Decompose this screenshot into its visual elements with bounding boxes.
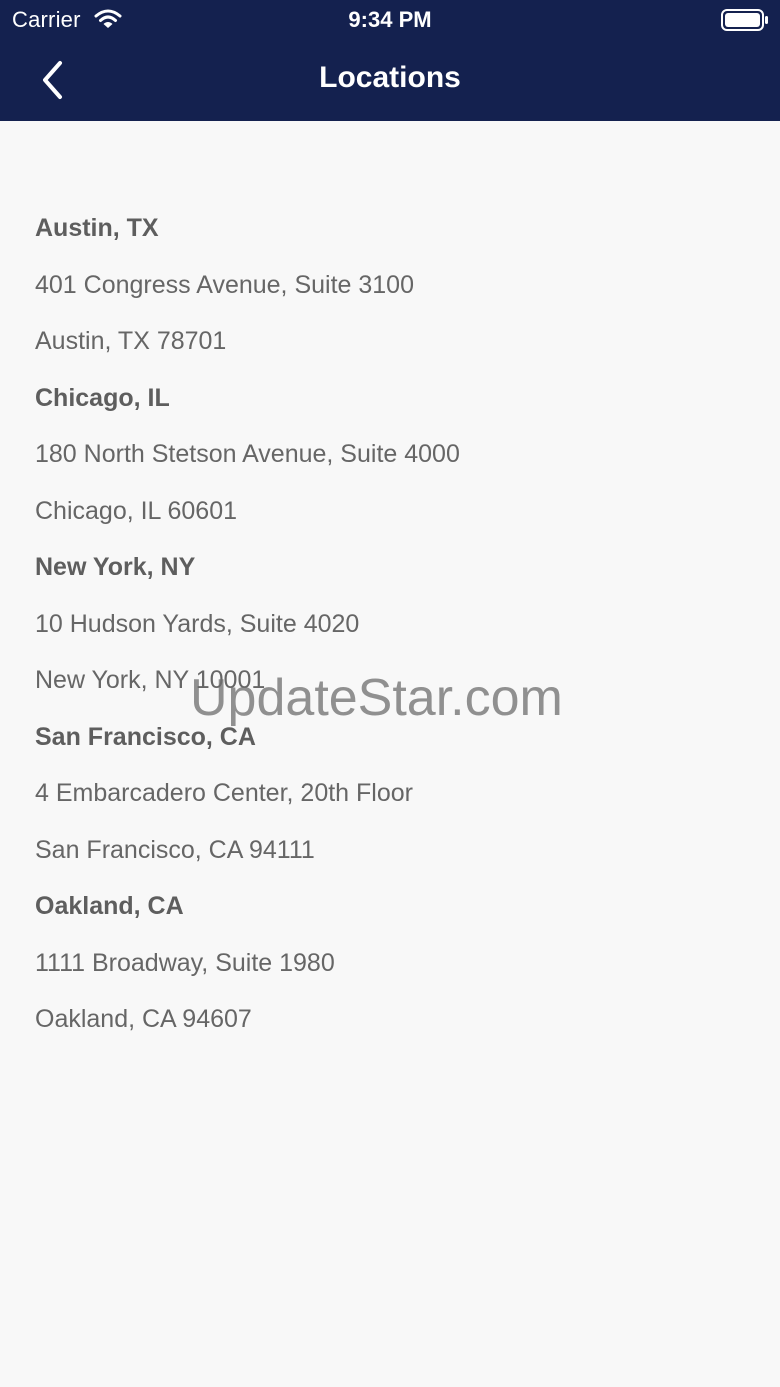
location-city: San Francisco, CA — [35, 722, 256, 751]
location-address-line1: 180 North Stetson Avenue, Suite 4000 — [35, 440, 460, 468]
status-time: 9:34 PM — [348, 7, 432, 32]
page-title: Locations — [319, 61, 461, 94]
location-city: New York, NY — [35, 553, 196, 581]
location-address-line1: 401 Congress Avenue, Suite 3100 — [35, 270, 414, 299]
status-bar: Carrier 9:34 PM — [0, 0, 780, 40]
location-address-line1: 4 Embarcadero Center, 20th Floor — [35, 779, 413, 807]
location-city: Oakland, CA — [35, 892, 184, 920]
header: Carrier 9:34 PM Locations — [0, 0, 780, 121]
location-address-line1: 10 Hudson Yards, Suite 4020 — [35, 609, 360, 638]
location-address-line2: Austin, TX 78701 — [35, 327, 227, 355]
location-san-francisco: San Francisco, CA 4 Embarcadero Center, … — [35, 709, 745, 879]
location-address-line2: San Francisco, CA 94111 — [35, 835, 315, 864]
location-chicago: Chicago, IL 180 North Stetson Avenue, Su… — [35, 370, 745, 540]
location-address-line1: 1111 Broadway, Suite 1980 — [35, 948, 335, 977]
location-city: Chicago, IL — [35, 383, 170, 412]
location-address-line2: New York, NY 10001 — [35, 666, 266, 694]
locations-list: Austin, TX 401 Congress Avenue, Suite 31… — [35, 200, 745, 1048]
location-oakland: Oakland, CA 1111 Broadway, Suite 1980 Oa… — [35, 878, 745, 1048]
location-city: Austin, TX — [35, 214, 159, 242]
location-new-york: New York, NY 10 Hudson Yards, Suite 4020… — [35, 539, 745, 709]
battery-icon — [721, 9, 768, 31]
navigation-bar: Locations — [0, 40, 780, 121]
location-address-line2: Chicago, IL 60601 — [35, 496, 238, 525]
location-address-line2: Oakland, CA 94607 — [35, 1005, 252, 1033]
location-austin: Austin, TX 401 Congress Avenue, Suite 31… — [35, 200, 745, 370]
